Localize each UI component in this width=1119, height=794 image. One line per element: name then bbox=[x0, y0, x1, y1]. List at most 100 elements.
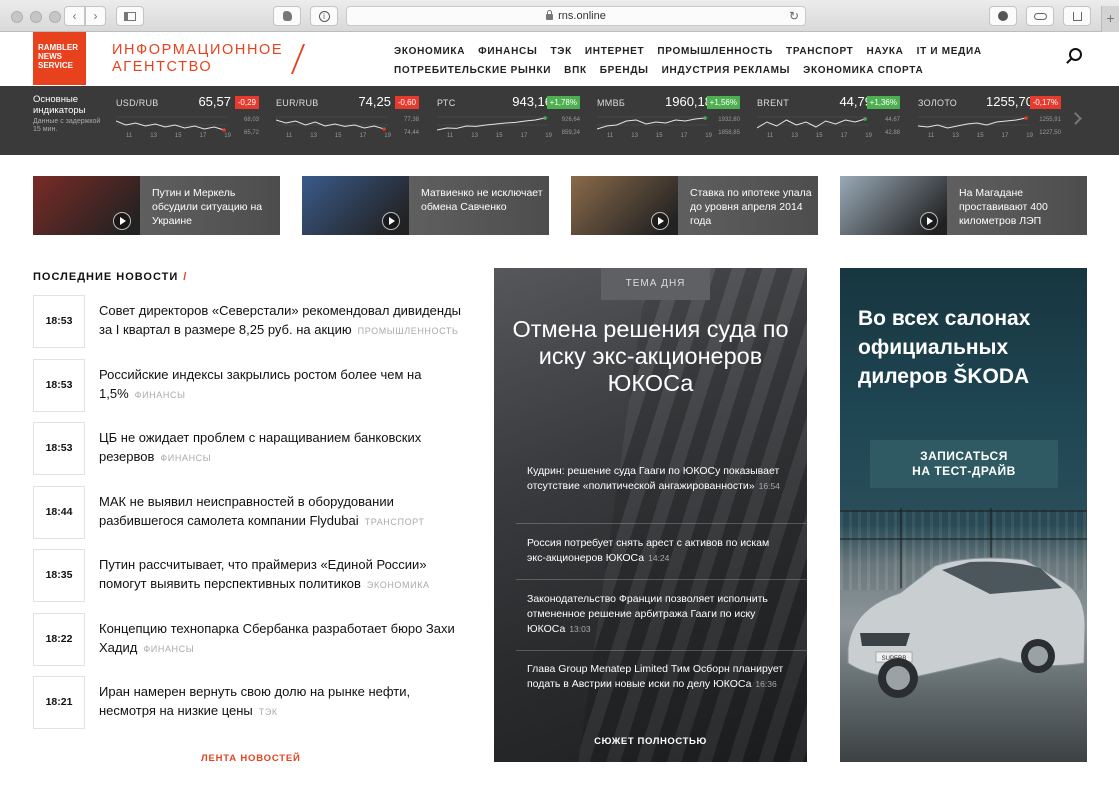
theme-item-text: Глава Group Menatep Limited Тим Осборн п… bbox=[527, 663, 784, 690]
ticker-sparkline bbox=[918, 116, 1030, 129]
zoom-window-button[interactable] bbox=[49, 11, 61, 23]
news-headline[interactable]: ЦБ не ожидает проблем с наращиванием бан… bbox=[99, 430, 421, 464]
nav-item[interactable]: ИНДУСТРИЯ РЕКЛАМЫ bbox=[662, 65, 790, 76]
news-item[interactable]: 18:53 Российские индексы закрылись ростом… bbox=[33, 358, 473, 412]
reload-icon[interactable]: ↻ bbox=[789, 9, 799, 23]
latest-news-title: ПОСЛЕДНИЕ НОВОСТИ bbox=[33, 271, 179, 283]
featured-card[interactable]: Матвиенко не исключает обмена Савченко bbox=[302, 176, 549, 235]
address-bar[interactable]: rns.online ↻ bbox=[346, 6, 806, 26]
downloads-button[interactable] bbox=[989, 6, 1017, 26]
ticker-change: -0,17% bbox=[1029, 96, 1061, 109]
news-category[interactable]: ЭКОНОМИКА bbox=[367, 580, 430, 590]
news-headline[interactable]: МАК не выявил неисправностей в оборудова… bbox=[99, 494, 394, 528]
news-category[interactable]: ТЭК bbox=[259, 707, 278, 717]
skoda-advertisement[interactable]: Во всех салонах официальных дилеров ŠKOD… bbox=[840, 268, 1087, 762]
news-text-block: Путин рассчитывает, что праймериз «Едино… bbox=[99, 555, 469, 595]
nav-item[interactable]: ФИНАНСЫ bbox=[478, 46, 537, 57]
news-item[interactable]: 18:35 Путин рассчитывает, что праймериз «… bbox=[33, 549, 473, 602]
news-item[interactable]: 18:53 Совет директоров «Северстали» реком… bbox=[33, 295, 473, 348]
ad-headline: Во всех салонах официальных дилеров ŠKOD… bbox=[858, 307, 1031, 388]
full-story-link[interactable]: СЮЖЕТ ПОЛНОСТЬЮ bbox=[494, 736, 807, 747]
agency-line: АГЕНТСТВО bbox=[112, 59, 213, 75]
news-category[interactable]: ТРАНСПОРТ bbox=[365, 517, 425, 527]
back-button[interactable]: ‹ bbox=[64, 6, 85, 26]
ticker-name: EUR/RUB bbox=[276, 98, 319, 108]
news-item[interactable]: 18:53 ЦБ не ожидает проблем с наращивание… bbox=[33, 422, 473, 475]
ticker-ммвб[interactable]: ММВБ 1960,18 +1,56% 1932,80 1858,85 11 13 15 17 1… bbox=[597, 94, 740, 146]
ticker-name: USD/RUB bbox=[116, 98, 159, 108]
play-icon[interactable] bbox=[113, 212, 131, 230]
nav-item[interactable]: ПРОМЫШЛЕННОСТЬ bbox=[657, 46, 773, 57]
nav-item[interactable]: ВПК bbox=[564, 65, 587, 76]
ticker-name: ММВБ bbox=[597, 98, 626, 108]
news-text-block: Совет директоров «Северстали» рекомендов… bbox=[99, 301, 469, 341]
chevron-right-icon[interactable] bbox=[1069, 112, 1082, 125]
ticker-value: 1255,70 bbox=[986, 94, 1033, 109]
sidebar-button[interactable] bbox=[116, 6, 144, 26]
minimize-window-button[interactable] bbox=[30, 11, 42, 23]
theme-of-the-day: ТЕМА ДНЯ Отмена решения суда по иску экс… bbox=[494, 268, 807, 762]
sparkline-line bbox=[116, 120, 225, 131]
close-window-button[interactable] bbox=[11, 11, 23, 23]
featured-card[interactable]: Путин и Меркель обсудили ситуацию на Укр… bbox=[33, 176, 280, 235]
theme-news-item[interactable]: Россия потребует снять арест с активов п… bbox=[494, 536, 807, 566]
ticker-ртс[interactable]: РТС 943,16 +1,78% 926,64 859,24 11 13 15 17 19 bbox=[437, 94, 580, 146]
theme-item-time: 16:54 bbox=[758, 481, 780, 491]
theme-news-item[interactable]: Кудрин: решение суда Гааги по ЮКОСу пока… bbox=[494, 464, 807, 494]
latest-news-slash: / bbox=[183, 271, 188, 283]
news-category[interactable]: ФИНАНСЫ bbox=[160, 453, 211, 463]
ticker-sparkline bbox=[276, 116, 388, 131]
sparkline-last-point bbox=[222, 128, 226, 132]
nav-item[interactable]: НАУКА bbox=[867, 46, 904, 57]
news-feed-link[interactable]: ЛЕНТА НОВОСТЕЙ bbox=[201, 753, 301, 764]
news-headline[interactable]: Иран намерен вернуть свою долю на рынке … bbox=[99, 684, 410, 718]
news-item[interactable]: 18:22 Концепцию технопарка Сбербанка разр… bbox=[33, 612, 473, 666]
rns-logo[interactable]: RAMBLER NEWS SERVICE bbox=[33, 32, 86, 85]
ticker-change: +1,78% bbox=[546, 96, 580, 109]
indicators-title: Основные индикаторы bbox=[33, 94, 86, 116]
nav-item[interactable]: ЭКОНОМИКА СПОРТА bbox=[803, 65, 923, 76]
theme-news-item[interactable]: Глава Group Menatep Limited Тим Осборн п… bbox=[494, 662, 807, 692]
nav-item[interactable]: ЭКОНОМИКА bbox=[394, 46, 465, 57]
nav-item[interactable]: ТЭК bbox=[550, 46, 571, 57]
test-drive-button[interactable]: ЗАПИСАТЬСЯ НА ТЕСТ-ДРАЙВ bbox=[870, 440, 1058, 488]
news-category[interactable]: ФИНАНСЫ bbox=[135, 390, 186, 400]
sparkline-line bbox=[918, 117, 1027, 129]
news-category[interactable]: ФИНАНСЫ bbox=[143, 644, 194, 654]
nav-item[interactable]: БРЕНДЫ bbox=[600, 65, 649, 76]
ticker-change: -0,60 bbox=[394, 96, 419, 109]
theme-headline[interactable]: Отмена решения суда по иску экс-акционер… bbox=[504, 316, 797, 397]
news-item[interactable]: 18:21 Иран намерен вернуть свою долю на р… bbox=[33, 676, 473, 729]
ticker-name: ЗОЛОТО bbox=[918, 98, 958, 108]
theme-tag: ТЕМА ДНЯ bbox=[601, 268, 710, 300]
ticker-high: 77,38 bbox=[403, 117, 419, 123]
share-button[interactable] bbox=[1063, 6, 1091, 26]
theme-item-text: Кудрин: решение суда Гааги по ЮКОСу пока… bbox=[527, 465, 780, 492]
forward-button[interactable]: › bbox=[85, 6, 106, 26]
ticker-brent[interactable]: BRENT 44,79 +1,36% 44,67 42,88 11 13 15 17 19 bbox=[757, 94, 900, 146]
featured-card[interactable]: Ставка по ипотеке упала до уровня апреля… bbox=[571, 176, 818, 235]
chevron-left-icon: ‹ bbox=[72, 9, 77, 23]
ticker-usdrub[interactable]: USD/RUB 65,57 -0,29 68,03 65,72 11 13 15 17 19 bbox=[116, 94, 259, 146]
play-icon[interactable] bbox=[382, 212, 400, 230]
play-icon[interactable] bbox=[651, 212, 669, 230]
featured-card[interactable]: На Магадане проставивают 400 километров … bbox=[840, 176, 1087, 235]
info-button[interactable]: i bbox=[310, 6, 338, 26]
nav-item[interactable]: IT И МЕДИА bbox=[917, 46, 982, 57]
new-tab-button[interactable]: + bbox=[1101, 6, 1119, 32]
news-category[interactable]: ПРОМЫШЛЕННОСТЬ bbox=[358, 326, 459, 336]
ticker-high: 926,64 bbox=[561, 117, 580, 123]
sparkline-line bbox=[276, 119, 385, 130]
search-icon[interactable] bbox=[1069, 48, 1082, 61]
icloud-button[interactable] bbox=[1026, 6, 1054, 26]
play-icon[interactable] bbox=[920, 212, 938, 230]
nav-item[interactable]: ПОТРЕБИТЕЛЬСКИЕ РЫНКИ bbox=[394, 65, 551, 76]
nav-item[interactable]: ИНТЕРНЕТ bbox=[585, 46, 644, 57]
news-item[interactable]: 18:44 МАК не выявил неисправностей в обор… bbox=[33, 485, 473, 539]
theme-news-item[interactable]: Законодательство Франции позволяет испол… bbox=[494, 592, 807, 637]
card-title: На Магадане проставивают 400 километров … bbox=[959, 187, 1048, 227]
evernote-extension-button[interactable] bbox=[273, 6, 301, 26]
ticker-золото[interactable]: ЗОЛОТО 1255,70 -0,17% 1255,91 1227,50 11 13 15 1… bbox=[918, 94, 1061, 146]
ticker-eurrub[interactable]: EUR/RUB 74,25 -0,60 77,38 74,44 11 13 15 17 19 bbox=[276, 94, 419, 146]
nav-item[interactable]: ТРАНСПОРТ bbox=[786, 46, 853, 57]
